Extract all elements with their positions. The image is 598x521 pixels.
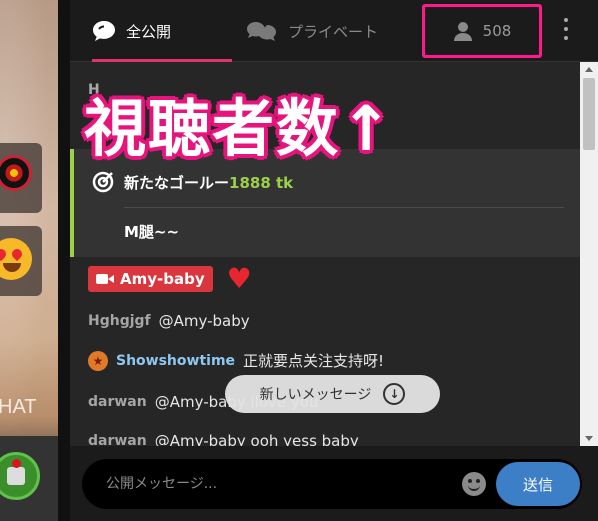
scrollbar-thumb[interactable] <box>583 78 595 150</box>
scroll-down-arrow-icon[interactable] <box>585 436 593 441</box>
heart-icon: ♥ <box>226 262 252 295</box>
video-chat-label: HAT <box>0 396 37 418</box>
chat-message: darwan @Amy-baby ooh yess baby <box>88 432 359 446</box>
goal-divider <box>124 207 564 208</box>
new-messages-button[interactable]: 新しいメッセージ ↓ <box>225 375 440 413</box>
panel-divider <box>58 0 70 521</box>
goal-amount: 1888 tk <box>229 173 294 192</box>
message-username[interactable]: Showshowtime <box>116 353 235 369</box>
chat-tabs: 全公開 プライベート 508 <box>70 0 598 62</box>
message-text: @Amy-baby ooh yess baby <box>154 432 359 446</box>
private-chat-icon <box>247 22 276 41</box>
chat-message: Hghgjgf @Amy-baby <box>88 312 250 330</box>
video-camera-icon <box>96 274 114 284</box>
message-text: @Amy-baby <box>158 312 250 330</box>
message-input-container: 送信 <box>82 459 582 509</box>
joystick-icon <box>7 467 25 485</box>
viewer-count: 508 <box>482 22 512 40</box>
message-username[interactable]: darwan <box>88 394 147 410</box>
user-icon <box>453 22 472 41</box>
more-options-icon[interactable] <box>560 18 572 44</box>
star-badge-icon: ★ <box>88 350 108 371</box>
tab-private-label: プライベート <box>288 22 379 41</box>
message-scrollbar[interactable] <box>580 62 598 446</box>
tab-private[interactable]: プライベート <box>246 0 378 62</box>
scroll-up-arrow-icon[interactable] <box>585 67 593 72</box>
message-username[interactable]: Hghgjgf <box>88 313 151 329</box>
message-username[interactable]: darwan <box>88 433 147 446</box>
tab-public[interactable]: 全公開 <box>92 0 232 62</box>
message-input[interactable] <box>106 459 446 509</box>
host-name: Amy-baby <box>120 270 205 288</box>
video-player[interactable]: HAT <box>0 0 58 521</box>
tab-public-label: 全公開 <box>126 22 172 41</box>
chat-bubble-icon <box>93 21 115 41</box>
viewer-count-button[interactable]: 508 <box>422 4 542 58</box>
message-composer: 送信 <box>70 446 598 521</box>
message-text: 正就要点关注支持呀! <box>243 352 385 370</box>
host-badge[interactable]: Amy-baby <box>88 266 213 292</box>
target-icon <box>92 171 114 193</box>
goal-label: 新たなゴールー <box>124 173 230 192</box>
viewer-count-annotation: 視聴者数↑ <box>84 92 394 165</box>
goal-description: M腿~~ <box>124 223 180 241</box>
send-button[interactable]: 送信 <box>496 462 580 506</box>
host-message: Amy-baby ♥ <box>88 265 252 293</box>
new-messages-label: 新しいメッセージ <box>259 387 372 403</box>
emoji-picker-icon[interactable] <box>462 472 486 496</box>
chat-message: ★ Showshowtime 正就要点关注支持呀! <box>88 350 384 371</box>
arrow-down-icon: ↓ <box>383 383 406 405</box>
